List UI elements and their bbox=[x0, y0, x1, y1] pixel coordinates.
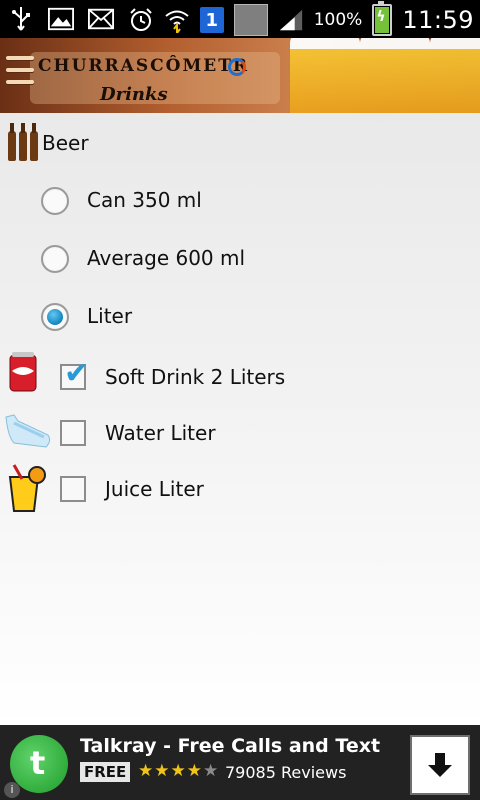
notification-count-icon: 1 bbox=[199, 7, 224, 33]
radio-liter[interactable] bbox=[41, 303, 69, 331]
ad-price-badge: FREE bbox=[80, 762, 131, 782]
ad-rating-stars: ★★★★★ bbox=[138, 761, 220, 781]
radio-label-liter[interactable]: Liter bbox=[87, 304, 132, 328]
beer-section-header: Beer bbox=[6, 123, 89, 163]
checkbox-label-soft-drink[interactable]: Soft Drink 2 Liters bbox=[105, 365, 285, 389]
picture-icon bbox=[48, 6, 74, 32]
battery-icon: ϟ bbox=[372, 1, 393, 36]
water-bottle-icon bbox=[4, 411, 52, 457]
page-title: Drinks bbox=[100, 84, 168, 105]
checkbox-soft-drink[interactable]: ✔ bbox=[60, 356, 89, 391]
menu-hamburger-icon[interactable] bbox=[6, 56, 34, 84]
logo-ring-icon bbox=[228, 58, 246, 76]
wifi-icon bbox=[164, 7, 190, 33]
soda-can-icon bbox=[4, 349, 44, 395]
grey-square-icon bbox=[233, 4, 268, 36]
ad-reviews: 79085 Reviews bbox=[225, 763, 347, 782]
app-name: CHURRASCÔMETR bbox=[38, 56, 250, 76]
battery-percent: 100% bbox=[313, 10, 363, 30]
status-bar: 1 100% ϟ 11:59 bbox=[0, 0, 480, 38]
checkbox-juice[interactable] bbox=[60, 476, 86, 502]
download-arrow-icon[interactable] bbox=[410, 735, 470, 795]
app-header: CHURRASCÔMETR Drinks bbox=[0, 38, 480, 113]
status-left bbox=[8, 6, 114, 32]
juice-glass-icon bbox=[4, 463, 46, 512]
drinks-form: Beer Can 350 ml Average 600 ml Liter ✔ S… bbox=[0, 113, 480, 725]
checkbox-label-water[interactable]: Water Liter bbox=[105, 421, 216, 445]
talkray-logo-icon[interactable]: t bbox=[10, 735, 68, 793]
usb-icon bbox=[8, 6, 34, 32]
clock-time: 11:59 bbox=[402, 6, 474, 34]
ad-info-icon[interactable]: i bbox=[4, 782, 20, 798]
ad-title[interactable]: Talkray - Free Calls and Text bbox=[80, 735, 380, 757]
beer-glasses-image bbox=[290, 38, 480, 113]
radio-can-350[interactable] bbox=[41, 187, 69, 215]
ad-banner[interactable]: t Talkray - Free Calls and Text FREE ★★★… bbox=[0, 725, 480, 800]
beer-bottles-icon bbox=[6, 123, 42, 163]
alarm-icon bbox=[128, 7, 154, 33]
mail-icon bbox=[88, 6, 114, 32]
checkbox-water[interactable] bbox=[60, 420, 86, 446]
beer-label: Beer bbox=[42, 131, 89, 155]
checkbox-label-juice[interactable]: Juice Liter bbox=[105, 477, 204, 501]
radio-label-can-350[interactable]: Can 350 ml bbox=[87, 188, 202, 212]
radio-average-600[interactable] bbox=[41, 245, 69, 273]
radio-label-average-600[interactable]: Average 600 ml bbox=[87, 246, 245, 270]
signal-icon bbox=[278, 7, 304, 33]
status-right: 1 100% ϟ 11:59 bbox=[128, 1, 474, 36]
